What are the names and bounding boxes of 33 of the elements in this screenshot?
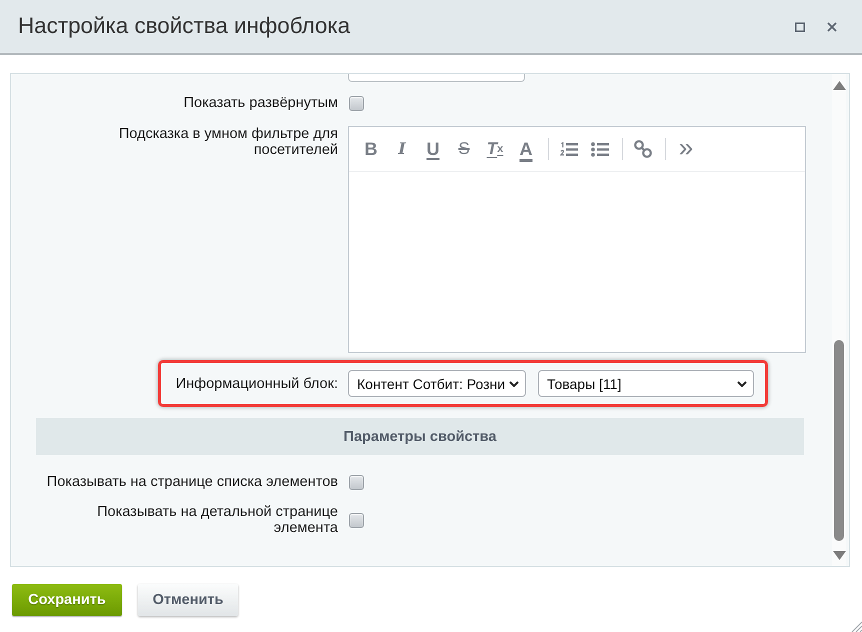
field-label: Показать развёрнутым — [184, 95, 338, 111]
strikethrough-button[interactable]: S — [452, 137, 476, 161]
underline-button[interactable]: U — [421, 137, 445, 161]
bullet-list-icon — [591, 142, 609, 156]
caret-icon — [509, 380, 519, 386]
cancel-button[interactable]: Отменить — [138, 584, 238, 616]
resize-grip-icon[interactable] — [850, 620, 862, 632]
input-field[interactable] — [348, 74, 525, 82]
scroll-down-icon[interactable] — [832, 551, 846, 560]
bold-button[interactable]: B — [359, 137, 383, 161]
dropdown[interactable]: Контент Сотбит: Розни — [348, 370, 526, 397]
save-button[interactable]: Сохранить — [12, 584, 122, 616]
scrollbar-thumb[interactable] — [834, 340, 844, 541]
checkbox[interactable] — [349, 474, 364, 490]
field-label: Информационный блок: — [176, 376, 338, 392]
window-title: Настройка свойства инфоблока — [18, 12, 352, 38]
dropdown[interactable]: Товары [11] — [538, 370, 754, 397]
field-label: Показывать на странице списка элементов — [46, 474, 338, 490]
link-icon — [634, 140, 652, 158]
close-icon[interactable] — [827, 22, 837, 32]
italic-button[interactable]: I — [390, 137, 414, 161]
numbered-list-icon — [560, 142, 578, 156]
link-button[interactable] — [631, 137, 655, 161]
caret-icon — [737, 380, 747, 386]
checkbox[interactable] — [349, 512, 364, 528]
more-button[interactable]: » — [674, 137, 698, 161]
maximize-icon[interactable] — [795, 22, 805, 32]
field-label: Подсказка в умном фильтре для посетителей — [118, 126, 338, 158]
field-label: Показывать на детальной странице элемента — [96, 504, 338, 536]
section-header: Параметры свойства — [36, 418, 804, 455]
scroll-up-icon[interactable] — [832, 81, 846, 90]
checkbox[interactable] — [349, 96, 364, 110]
font-color-button[interactable]: A — [514, 137, 538, 161]
